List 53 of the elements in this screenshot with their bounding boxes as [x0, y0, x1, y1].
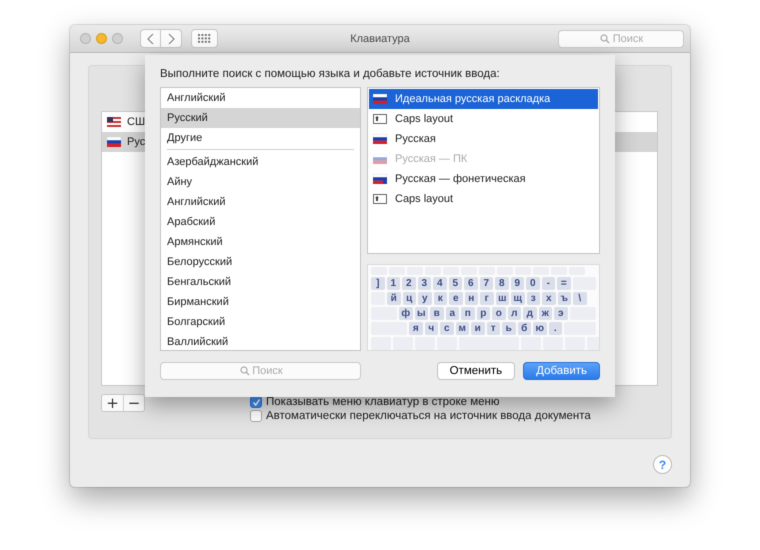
keyboard-key: ч [424, 322, 438, 335]
keyboard-key: ж [538, 307, 552, 320]
keyboard-key: ш [496, 292, 509, 305]
keyboard-key: л [508, 307, 521, 320]
keyboard-key: х [542, 292, 556, 305]
keyboard-key: я [409, 322, 422, 335]
keyboard-key: 4 [433, 277, 446, 290]
keyboard-key: с [440, 322, 454, 335]
input-source-label: Рус [127, 136, 146, 148]
keyboard-key: 3 [418, 277, 431, 290]
keyboard-key: р [476, 307, 490, 320]
keyboard-key: 8 [495, 277, 508, 290]
keyboard-key: ф [399, 307, 412, 320]
keyboard-key: о [492, 307, 506, 320]
window-title: Клавиатура [349, 32, 411, 44]
keyboard-key: п [461, 307, 474, 320]
keyboard-key: 9 [510, 277, 524, 290]
keyboard-key: ь [502, 322, 516, 335]
keyboard-key: ы [414, 307, 428, 320]
checkbox-label: Автоматически переключаться на источник ввода документа [266, 410, 591, 422]
sheet-prompt: Выполните поиск с помощью языка и добавьте источник ввода: [160, 68, 501, 80]
keyboard-key: н [464, 292, 478, 305]
keyboard-key: е [449, 292, 462, 305]
keyboard-key: - [542, 277, 555, 290]
keyboard-key: а [446, 307, 459, 320]
keyboard-key: г [480, 292, 494, 305]
keyboard-key: 0 [526, 277, 540, 290]
keyboard-key: й [387, 292, 400, 305]
keyboard-key: 5 [448, 277, 462, 290]
keyboard-key: з [526, 292, 540, 305]
keyboard-key: 1 [386, 277, 400, 290]
keyboard-key: т [486, 322, 500, 335]
keyboard-key: и [471, 322, 484, 335]
keyboard-key: щ [511, 292, 524, 305]
keyboard-key: ъ [558, 292, 571, 305]
keyboard-key: д [523, 307, 536, 320]
keyboard-key: к [434, 292, 447, 305]
keyboard-key: э [554, 307, 568, 320]
keyboard-key: = [557, 277, 570, 290]
keyboard-key: ю [533, 322, 546, 335]
keyboard-key: 6 [464, 277, 478, 290]
keyboard-key: 2 [402, 277, 416, 290]
keyboard-key: \ [573, 292, 586, 305]
checkbox-label: Показывать меню клавиатур в строке меню [266, 396, 500, 408]
keyboard-key: ] [371, 277, 384, 290]
keyboard-key: у [418, 292, 432, 305]
keyboard-key: б [518, 322, 531, 335]
keyboard-key: в [430, 307, 444, 320]
input-source-label: СШ [127, 116, 146, 128]
keyboard-key: ц [402, 292, 416, 305]
keyboard-key: м [456, 322, 469, 335]
keyboard-key: 7 [480, 277, 493, 290]
keyboard-key: . [548, 322, 562, 335]
